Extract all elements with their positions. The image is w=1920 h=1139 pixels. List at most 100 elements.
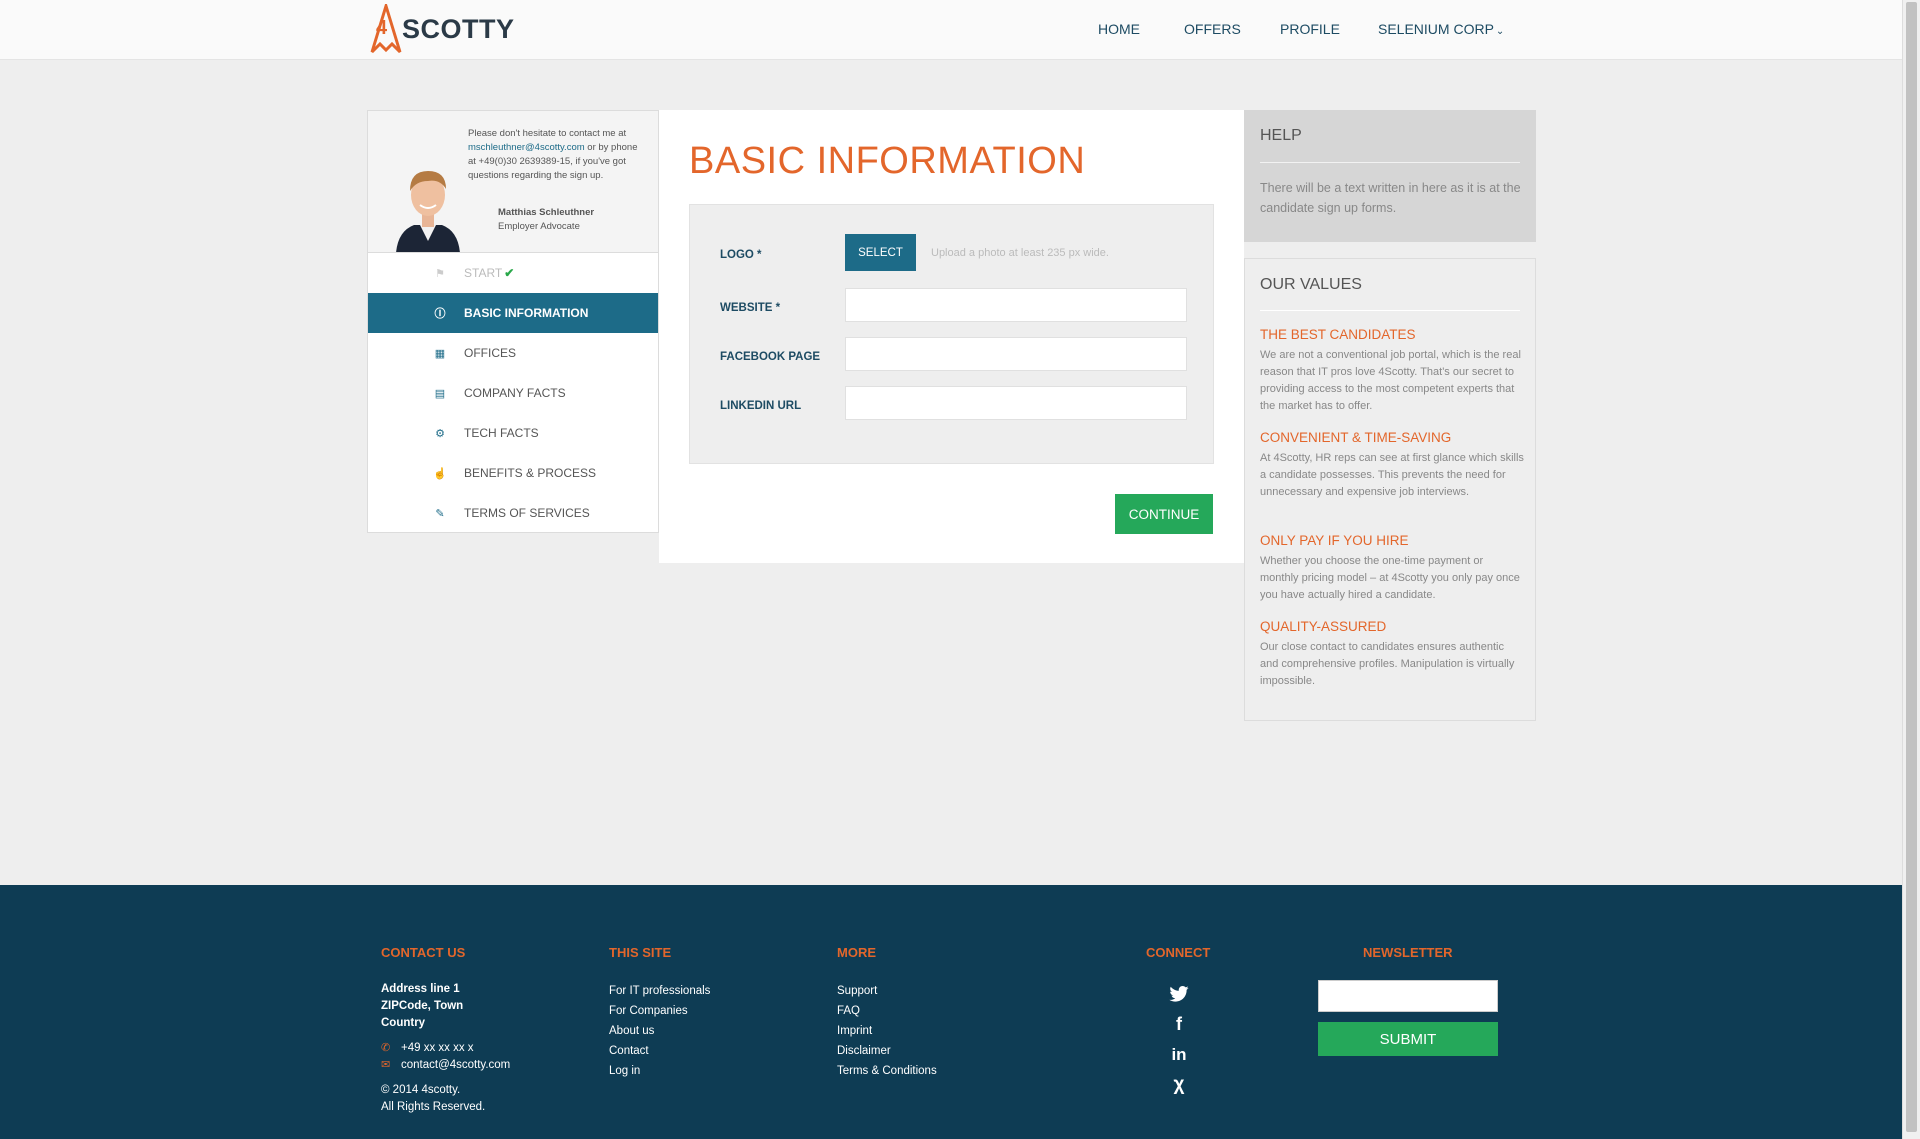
basic-information-panel: BASIC INFORMATION LOGO * SELECT Upload a… xyxy=(659,110,1244,563)
advocate-email-link[interactable]: mschleuthner@4scotty.com xyxy=(468,142,585,153)
step-label: BASIC INFORMATION xyxy=(464,306,589,320)
logo-label: LOGO * xyxy=(720,249,762,261)
footer-link[interactable]: Log in xyxy=(609,1061,710,1081)
signup-steps: ⚑ START ✔ ⓘ BASIC INFORMATION ▦ OFFICES ▤… xyxy=(368,253,658,533)
value-heading: CONVENIENT & TIME-SAVING xyxy=(1260,430,1452,445)
linkedin-icon[interactable]: in xyxy=(1167,1043,1191,1067)
logo-rocket-icon: 4 xyxy=(370,4,402,54)
nav-company-menu[interactable]: SELENIUM CORP ⌄ xyxy=(1378,21,1504,37)
step-label: START xyxy=(464,266,503,280)
values-title: OUR VALUES xyxy=(1260,276,1362,293)
footer-link[interactable]: Contact xyxy=(609,1041,710,1061)
footer-email[interactable]: ✉ contact@4scotty.com xyxy=(381,1057,510,1074)
advocate-message-start: Please don't hesitate to contact me at xyxy=(468,128,627,139)
advocate-message: Please don't hesitate to contact me at m… xyxy=(468,127,640,183)
scrollbar-thumb[interactable] xyxy=(1906,2,1917,1132)
value-heading: QUALITY-ASSURED xyxy=(1260,619,1387,634)
footer-rights: All Rights Reserved. xyxy=(381,1101,486,1113)
help-title: HELP xyxy=(1260,127,1302,144)
svg-text:4: 4 xyxy=(376,17,388,39)
top-header: 4 SCOTTY HOME OFFERS PROFILE SELENIUM CO… xyxy=(0,0,1902,60)
footer-link[interactable]: FAQ xyxy=(837,1001,937,1021)
help-text: There will be a text written in here as … xyxy=(1260,181,1521,215)
footer-link[interactable]: About us xyxy=(609,1021,710,1041)
footer-more-heading: MORE xyxy=(837,945,876,960)
website-field[interactable] xyxy=(845,288,1187,322)
page-scrollbar[interactable] xyxy=(1902,0,1920,1139)
select-logo-button[interactable]: SELECT xyxy=(845,234,916,271)
footer-link[interactable]: Terms & Conditions xyxy=(837,1061,937,1081)
value-item: THE BEST CANDIDATES We are not a convent… xyxy=(1260,327,1524,415)
advocate-photo xyxy=(394,159,462,252)
footer-link[interactable]: Imprint xyxy=(837,1021,937,1041)
upload-hint: Upload a photo at least 235 px wide. xyxy=(931,247,1109,259)
nav-profile[interactable]: PROFILE xyxy=(1280,21,1340,37)
footer-contact-heading: CONTACT US xyxy=(381,945,466,960)
step-start-label-wrap: START ✔ xyxy=(464,266,514,280)
map-icon: ▦ xyxy=(434,347,446,360)
thumbs-up-icon: ☝ xyxy=(433,467,447,480)
xing-icon[interactable]: χ xyxy=(1167,1073,1191,1097)
value-item: CONVENIENT & TIME-SAVING At 4Scotty, HR … xyxy=(1260,430,1524,501)
step-label: TECH FACTS xyxy=(464,426,539,440)
gear-icon: ⚙ xyxy=(435,427,445,440)
step-label: BENEFITS & PROCESS xyxy=(464,466,597,480)
value-heading: ONLY PAY IF YOU HIRE xyxy=(1260,533,1409,548)
value-text: Whether you choose the one-time payment … xyxy=(1260,555,1520,601)
step-label: OFFICES xyxy=(464,346,517,360)
footer-connect-heading: CONNECT xyxy=(1146,945,1211,960)
envelope-icon: ✉ xyxy=(381,1059,391,1071)
signup-sidebar: Please don't hesitate to contact me at m… xyxy=(367,110,659,533)
footer-link[interactable]: Support xyxy=(837,981,937,1001)
footer-newsletter-column: NEWSLETTER xyxy=(1363,945,1453,981)
value-text: Our close contact to candidates ensures … xyxy=(1260,641,1515,687)
step-offices[interactable]: ▦ OFFICES xyxy=(368,333,658,373)
footer-address-line1: Address line 1 xyxy=(381,983,460,995)
facebook-icon[interactable]: f xyxy=(1167,1012,1191,1036)
continue-button[interactable]: CONTINUE xyxy=(1115,494,1213,534)
site-footer: CONTACT US Address line 1 ZIPCode, Town … xyxy=(0,885,1902,1139)
facebook-field[interactable] xyxy=(845,337,1187,371)
our-values-box: OUR VALUES THE BEST CANDIDATES We are no… xyxy=(1244,258,1536,721)
footer-link[interactable]: Disclaimer xyxy=(837,1041,937,1061)
flag-icon: ⚑ xyxy=(435,267,445,280)
nav-offers[interactable]: OFFERS xyxy=(1184,21,1241,37)
logo[interactable]: 4 SCOTTY xyxy=(366,4,516,56)
footer-address-line3: Country xyxy=(381,1017,426,1029)
value-item: QUALITY-ASSURED Our close contact to can… xyxy=(1260,619,1524,690)
footer-connect-column: CONNECT xyxy=(1146,945,1210,981)
facebook-label: FACEBOOK PAGE xyxy=(720,351,821,363)
footer-contact-column: CONTACT US Address line 1 ZIPCode, Town … xyxy=(381,945,510,1116)
step-company-facts[interactable]: ▤ COMPANY FACTS xyxy=(368,373,658,413)
footer-link[interactable]: For IT professionals xyxy=(609,981,710,1001)
pen-icon: ✎ xyxy=(435,507,445,520)
document-icon: ▤ xyxy=(434,387,446,400)
value-text: At 4Scotty, HR reps can see at first gla… xyxy=(1260,452,1524,498)
nav-home[interactable]: HOME xyxy=(1098,21,1140,37)
phone-icon: ✆ xyxy=(381,1042,391,1054)
linkedin-field[interactable] xyxy=(845,386,1187,420)
step-tech-facts[interactable]: ⚙ TECH FACTS xyxy=(368,413,658,453)
step-basic-information[interactable]: ⓘ BASIC INFORMATION xyxy=(368,293,658,333)
footer-phone-number: +49 xx xx xx x xyxy=(401,1042,474,1054)
advocate-role: Employer Advocate xyxy=(498,221,580,232)
step-benefits-process[interactable]: ☝ BENEFITS & PROCESS xyxy=(368,453,658,493)
footer-more-column: MORE Support FAQ Imprint Disclaimer Term… xyxy=(837,945,937,1081)
step-start[interactable]: ⚑ START ✔ xyxy=(368,253,658,293)
footer-phone: ✆ +49 xx xx xx x xyxy=(381,1040,510,1057)
value-item: ONLY PAY IF YOU HIRE Whether you choose … xyxy=(1260,533,1524,604)
footer-address-line2: ZIPCode, Town xyxy=(381,1000,464,1012)
advocate-card: Please don't hesitate to contact me at m… xyxy=(368,111,658,253)
newsletter-submit-button[interactable]: SUBMIT xyxy=(1318,1022,1498,1056)
step-terms-of-services[interactable]: ✎ TERMS OF SERVICES xyxy=(368,493,658,533)
linkedin-label: LINKEDIN URL xyxy=(720,400,802,412)
footer-link[interactable]: For Companies xyxy=(609,1001,710,1021)
basic-information-form: LOGO * SELECT Upload a photo at least 23… xyxy=(689,204,1214,464)
help-box: HELP There will be a text written in her… xyxy=(1244,110,1536,242)
newsletter-email-field[interactable] xyxy=(1318,980,1498,1012)
footer-email-address[interactable]: contact@4scotty.com xyxy=(401,1057,510,1074)
twitter-icon[interactable] xyxy=(1167,982,1191,1006)
values-divider xyxy=(1260,310,1520,311)
value-text: We are not a conventional job portal, wh… xyxy=(1260,349,1521,412)
footer-this-site-column: THIS SITE For IT professionals For Compa… xyxy=(609,945,710,1081)
